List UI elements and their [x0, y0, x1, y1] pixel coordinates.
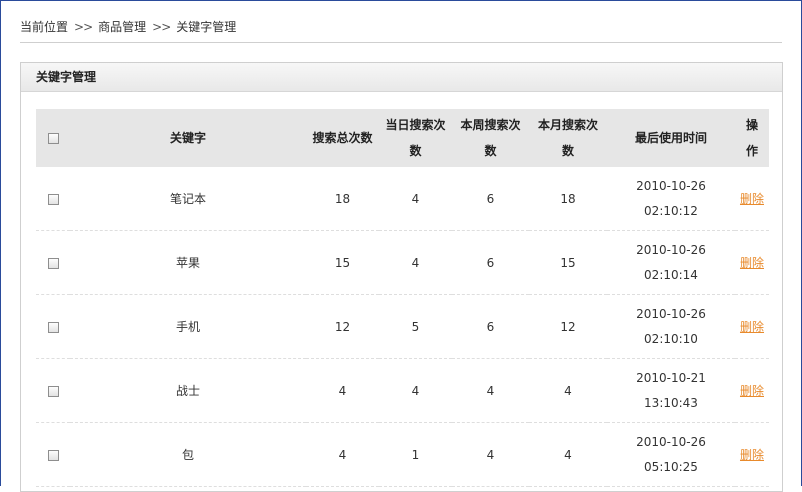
header-week-searches: 本周搜索次数: [452, 109, 529, 167]
total-cell: 12: [306, 294, 379, 359]
week-cell: 6: [452, 230, 529, 295]
month-cell: 15: [529, 230, 607, 295]
row-checkbox[interactable]: [47, 193, 59, 205]
table-row: 包 4 1 4 4 2010-10-26 05:10:25 删除: [36, 422, 769, 487]
table-row: 战士 4 4 4 4 2010-10-21 13:10:43 删除: [36, 358, 769, 423]
today-cell: 1: [379, 422, 452, 487]
table-header-row: 关键字 搜索总次数 当日搜索次数 本周搜索次数 本月搜索次数 最后使用时间 操作: [36, 109, 769, 167]
today-cell: 4: [379, 358, 452, 423]
delete-link[interactable]: 删除: [740, 320, 764, 334]
header-month-searches: 本月搜索次数: [529, 109, 607, 167]
month-cell: 18: [529, 167, 607, 231]
last-used-cell: 2010-10-26 02:10:14: [607, 230, 735, 295]
total-cell: 15: [306, 230, 379, 295]
today-cell: 5: [379, 294, 452, 359]
month-cell: 4: [529, 358, 607, 423]
total-cell: 4: [306, 422, 379, 487]
keyword-cell: 手机: [70, 294, 306, 359]
table-row: 苹果 15 4 6 15 2010-10-26 02:10:14 删除: [36, 230, 769, 295]
month-cell: 4: [529, 422, 607, 487]
keyword-table: 关键字 搜索总次数 当日搜索次数 本周搜索次数 本月搜索次数 最后使用时间 操作…: [36, 109, 769, 487]
last-used-cell: 2010-10-26 02:10:12: [607, 167, 735, 231]
header-select-all: [36, 109, 70, 167]
total-cell: 4: [306, 358, 379, 423]
week-cell: 4: [452, 358, 529, 423]
table-row: 笔记本 18 4 6 18 2010-10-26 02:10:12 删除: [36, 167, 769, 231]
keyword-cell: 苹果: [70, 230, 306, 295]
header-action: 操作: [735, 109, 769, 167]
delete-link[interactable]: 删除: [740, 192, 764, 206]
last-used-cell: 2010-10-26 05:10:25: [607, 422, 735, 487]
header-today-searches: 当日搜索次数: [379, 109, 452, 167]
delete-link[interactable]: 删除: [740, 448, 764, 462]
delete-link[interactable]: 删除: [740, 384, 764, 398]
header-last-used: 最后使用时间: [607, 109, 735, 167]
delete-link[interactable]: 删除: [740, 256, 764, 270]
row-checkbox[interactable]: [47, 385, 59, 397]
keyword-panel: 关键字管理 关键字 搜索总次数 当日搜索次数 本周搜索次数 本月搜索次数 最后使…: [20, 62, 783, 492]
row-checkbox[interactable]: [47, 449, 59, 461]
breadcrumb-divider: [20, 42, 782, 43]
row-checkbox[interactable]: [47, 321, 59, 333]
breadcrumb: 当前位置 >> 商品管理 >> 关键字管理: [20, 18, 236, 35]
header-total-searches: 搜索总次数: [306, 109, 379, 167]
panel-title: 关键字管理: [21, 63, 782, 92]
keyword-cell: 包: [70, 422, 306, 487]
today-cell: 4: [379, 230, 452, 295]
week-cell: 6: [452, 294, 529, 359]
keyword-cell: 战士: [70, 358, 306, 423]
breadcrumb-separator: >>: [152, 19, 171, 34]
breadcrumb-keyword-management: 关键字管理: [176, 20, 237, 34]
last-used-cell: 2010-10-26 02:10:10: [607, 294, 735, 359]
total-cell: 18: [306, 167, 379, 231]
breadcrumb-product-management[interactable]: 商品管理: [98, 18, 146, 35]
breadcrumb-current-location: 当前位置: [20, 20, 69, 34]
month-cell: 12: [529, 294, 607, 359]
last-used-cell: 2010-10-21 13:10:43: [607, 358, 735, 423]
today-cell: 4: [379, 167, 452, 231]
breadcrumb-separator: >>: [74, 19, 93, 34]
header-keyword: 关键字: [70, 109, 306, 167]
keyword-cell: 笔记本: [70, 167, 306, 231]
row-checkbox[interactable]: [47, 257, 59, 269]
week-cell: 6: [452, 167, 529, 231]
table-row: 手机 12 5 6 12 2010-10-26 02:10:10 删除: [36, 294, 769, 359]
select-all-checkbox[interactable]: [47, 133, 59, 144]
week-cell: 4: [452, 422, 529, 487]
